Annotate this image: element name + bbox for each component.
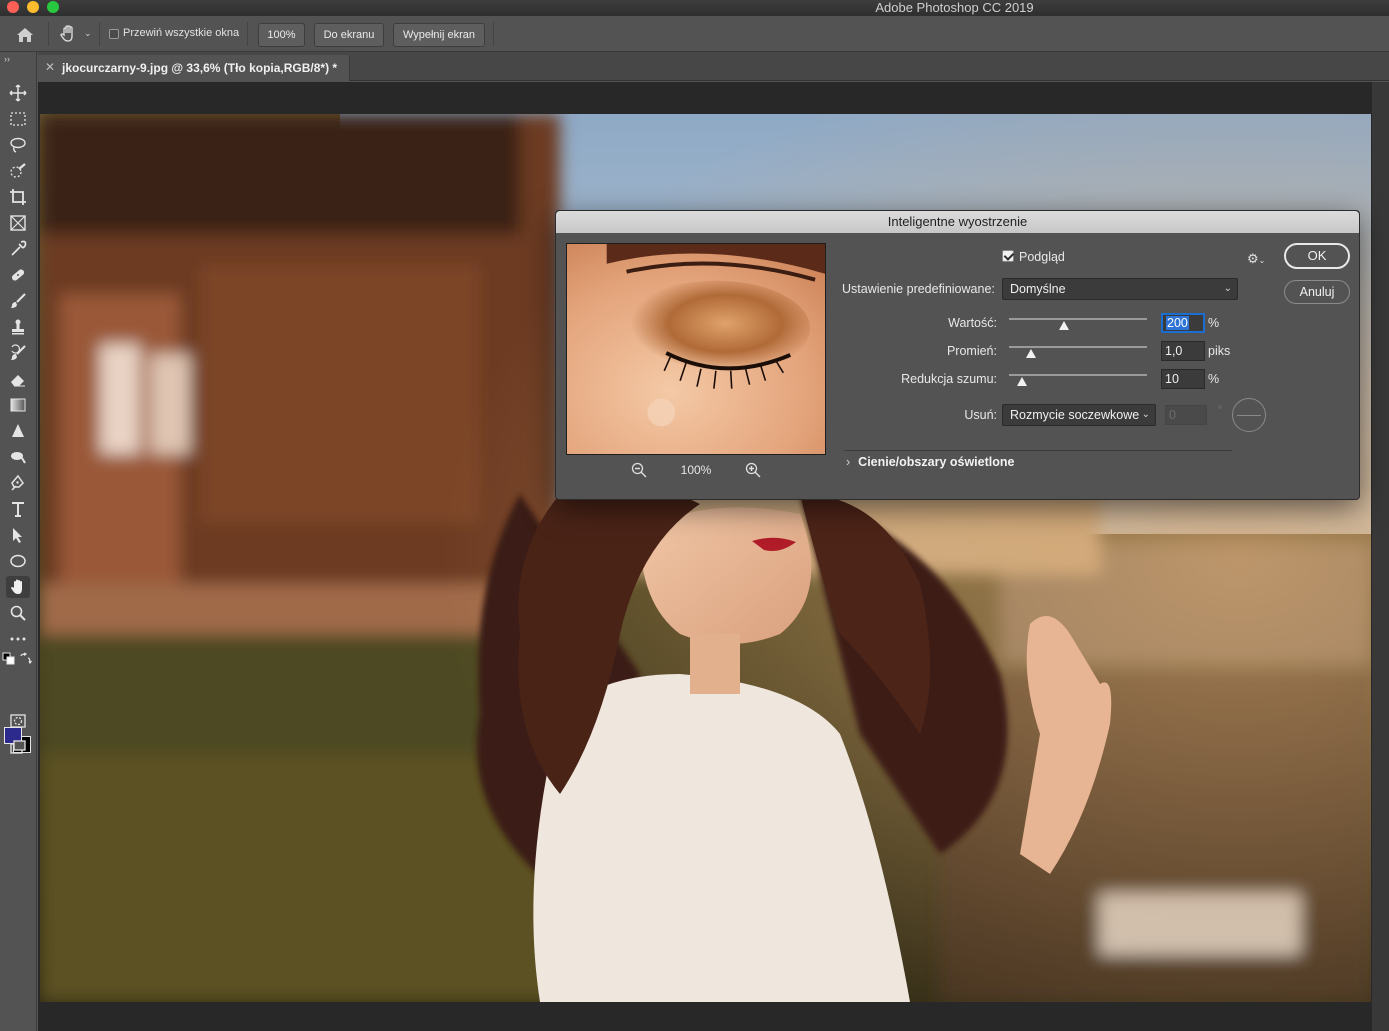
- smart-sharpen-dialog: Inteligentne wyostrzenie 100% Podgląd ⚙⌄…: [555, 210, 1360, 500]
- type-tool-icon[interactable]: [6, 498, 30, 520]
- tools-panel: ››: [0, 52, 37, 1031]
- more-tools-icon[interactable]: [6, 628, 30, 650]
- divider: [247, 22, 248, 46]
- quick-selection-tool-icon[interactable]: [6, 160, 30, 182]
- marquee-tool-icon[interactable]: [6, 108, 30, 130]
- divider: [844, 450, 1232, 451]
- hand-tool-preset-icon[interactable]: [58, 24, 80, 44]
- radius-slider-track[interactable]: [1009, 346, 1147, 348]
- preset-value: Domyślne: [1010, 282, 1066, 296]
- ok-button[interactable]: OK: [1284, 243, 1350, 269]
- path-selection-tool-icon[interactable]: [6, 524, 30, 546]
- crop-tool-icon[interactable]: [6, 186, 30, 208]
- noise-unit: %: [1208, 372, 1220, 386]
- radius-slider-thumb[interactable]: [1026, 349, 1036, 358]
- amount-input[interactable]: 200: [1161, 313, 1205, 333]
- healing-brush-tool-icon[interactable]: [6, 264, 30, 286]
- angle-unit: °: [1218, 405, 1222, 416]
- divider: [493, 22, 494, 46]
- blur-tool-icon[interactable]: [6, 420, 30, 442]
- eraser-tool-icon[interactable]: [6, 368, 30, 390]
- noise-slider-track[interactable]: [1009, 374, 1147, 376]
- swap-colors-icon[interactable]: [18, 652, 32, 666]
- zoom-in-icon[interactable]: [744, 461, 762, 479]
- screen-mode-icon[interactable]: [6, 736, 30, 758]
- radius-unit: piks: [1208, 344, 1231, 358]
- brush-tool-icon[interactable]: [6, 290, 30, 312]
- document-tab-title: jkocurczarny-9.jpg @ 33,6% (Tło kopia,RG…: [62, 61, 338, 75]
- zoom-out-icon[interactable]: [630, 461, 648, 479]
- amount-unit: %: [1208, 316, 1220, 330]
- scroll-all-windows-label: Przewiń wszystkie okna: [123, 27, 240, 39]
- remove-label: Usuń:: [964, 408, 997, 422]
- title-bar: Adobe Photoshop CC 2019: [0, 0, 1389, 16]
- preview-label: Podgląd: [1019, 250, 1065, 264]
- pen-tool-icon[interactable]: [6, 472, 30, 494]
- close-tab-icon[interactable]: ✕: [45, 60, 55, 74]
- amount-label: Wartość:: [948, 316, 997, 330]
- remove-select[interactable]: Rozmycie soczewkowe ⌄: [1002, 404, 1156, 426]
- angle-input[interactable]: 0: [1165, 405, 1207, 425]
- ellipse-tool-icon[interactable]: [6, 550, 30, 572]
- document-tab[interactable]: ✕ jkocurczarny-9.jpg @ 33,6% (Tło kopia,…: [38, 55, 350, 81]
- chevron-down-icon: ⌄: [1223, 283, 1232, 294]
- preset-label: Ustawienie predefiniowane:: [842, 282, 995, 296]
- noise-reduction-label: Redukcja szumu:: [901, 372, 997, 386]
- eyedropper-tool-icon[interactable]: [6, 238, 30, 260]
- amount-slider-thumb[interactable]: [1059, 321, 1069, 330]
- divider: [48, 22, 49, 46]
- vertical-scrollbar[interactable]: [1372, 82, 1389, 1031]
- scroll-all-windows-checkbox[interactable]: [109, 29, 119, 39]
- dialog-title: Inteligentne wyostrzenie: [556, 211, 1359, 233]
- fit-screen-button[interactable]: Do ekranu: [314, 23, 384, 47]
- dodge-tool-icon[interactable]: [6, 446, 30, 468]
- chevron-right-icon: ›: [846, 455, 851, 469]
- zoom-tool-icon[interactable]: [6, 602, 30, 624]
- noise-reduction-input[interactable]: 10: [1161, 369, 1205, 389]
- preview-image[interactable]: [566, 243, 826, 455]
- remove-value: Rozmycie soczewkowe: [1010, 408, 1140, 422]
- section-label: Cienie/obszary oświetlone: [858, 455, 1015, 469]
- collapse-panel-icon[interactable]: ››: [4, 54, 10, 64]
- noise-slider-thumb[interactable]: [1017, 377, 1027, 386]
- chevron-down-icon: ⌄: [1141, 409, 1150, 420]
- gradient-tool-icon[interactable]: [6, 394, 30, 416]
- radius-label: Promień:: [946, 344, 997, 358]
- quick-mask-icon[interactable]: [6, 710, 30, 732]
- hand-tool-icon[interactable]: [6, 576, 30, 598]
- lasso-tool-icon[interactable]: [6, 134, 30, 156]
- shadows-highlights-section[interactable]: › Cienie/obszary oświetlone: [846, 455, 1014, 469]
- divider: [99, 22, 100, 46]
- clone-stamp-tool-icon[interactable]: [6, 316, 30, 338]
- history-brush-tool-icon[interactable]: [6, 342, 30, 364]
- default-colors-icon[interactable]: [2, 652, 16, 666]
- frame-tool-icon[interactable]: [6, 212, 30, 234]
- chevron-down-icon[interactable]: ⌄: [84, 28, 92, 39]
- app-title: Adobe Photoshop CC 2019: [875, 0, 1034, 15]
- move-tool-icon[interactable]: [6, 82, 30, 104]
- angle-dial[interactable]: [1232, 398, 1266, 432]
- preview-zoom-level: 100%: [680, 463, 712, 477]
- preview-checkbox[interactable]: [1002, 250, 1014, 262]
- zoom-100-button[interactable]: 100%: [258, 23, 305, 47]
- cancel-button[interactable]: Anuluj: [1284, 280, 1350, 304]
- amount-slider-track[interactable]: [1009, 318, 1147, 320]
- document-tab-bar: ✕ jkocurczarny-9.jpg @ 33,6% (Tło kopia,…: [38, 52, 1389, 81]
- home-icon[interactable]: [14, 25, 36, 45]
- options-bar: ⌄ Przewiń wszystkie okna 100% Do ekranu …: [0, 16, 1389, 52]
- fill-screen-button[interactable]: Wypełnij ekran: [393, 23, 485, 47]
- radius-input[interactable]: 1,0: [1161, 341, 1205, 361]
- preset-select[interactable]: Domyślne ⌄: [1002, 278, 1238, 300]
- gear-icon[interactable]: ⚙⌄: [1247, 251, 1265, 267]
